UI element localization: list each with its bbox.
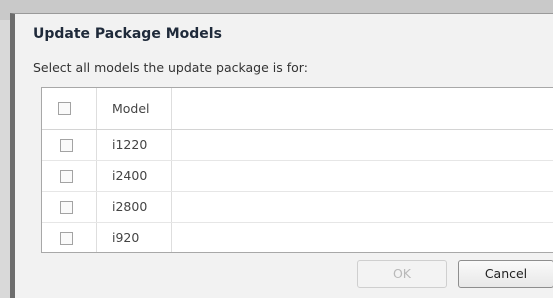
model-cell: i2400 (112, 168, 148, 183)
grid-header-row: Model (42, 88, 553, 130)
row-checkbox[interactable] (60, 201, 73, 214)
dialog-instruction: Select all models the update package is … (33, 60, 308, 75)
model-cell: i2800 (112, 199, 148, 214)
models-grid: Model i1220 i2400 i2800 i920 (41, 87, 553, 253)
cancel-button[interactable]: Cancel (458, 260, 553, 288)
model-cell: i920 (112, 230, 140, 245)
table-row[interactable]: i920 (42, 223, 553, 252)
row-checkbox[interactable] (60, 170, 73, 183)
row-checkbox[interactable] (60, 232, 73, 245)
row-checkbox[interactable] (60, 139, 73, 152)
update-package-models-dialog: Update Package Models Select all models … (10, 13, 553, 298)
table-row[interactable]: i2800 (42, 192, 553, 223)
model-cell: i1220 (112, 137, 148, 152)
dialog-title: Update Package Models (33, 26, 222, 42)
table-row[interactable]: i2400 (42, 161, 553, 192)
select-all-checkbox[interactable] (58, 102, 71, 115)
ok-button[interactable]: OK (357, 260, 447, 288)
column-header-model[interactable]: Model (112, 101, 150, 116)
table-row[interactable]: i1220 (42, 130, 553, 161)
